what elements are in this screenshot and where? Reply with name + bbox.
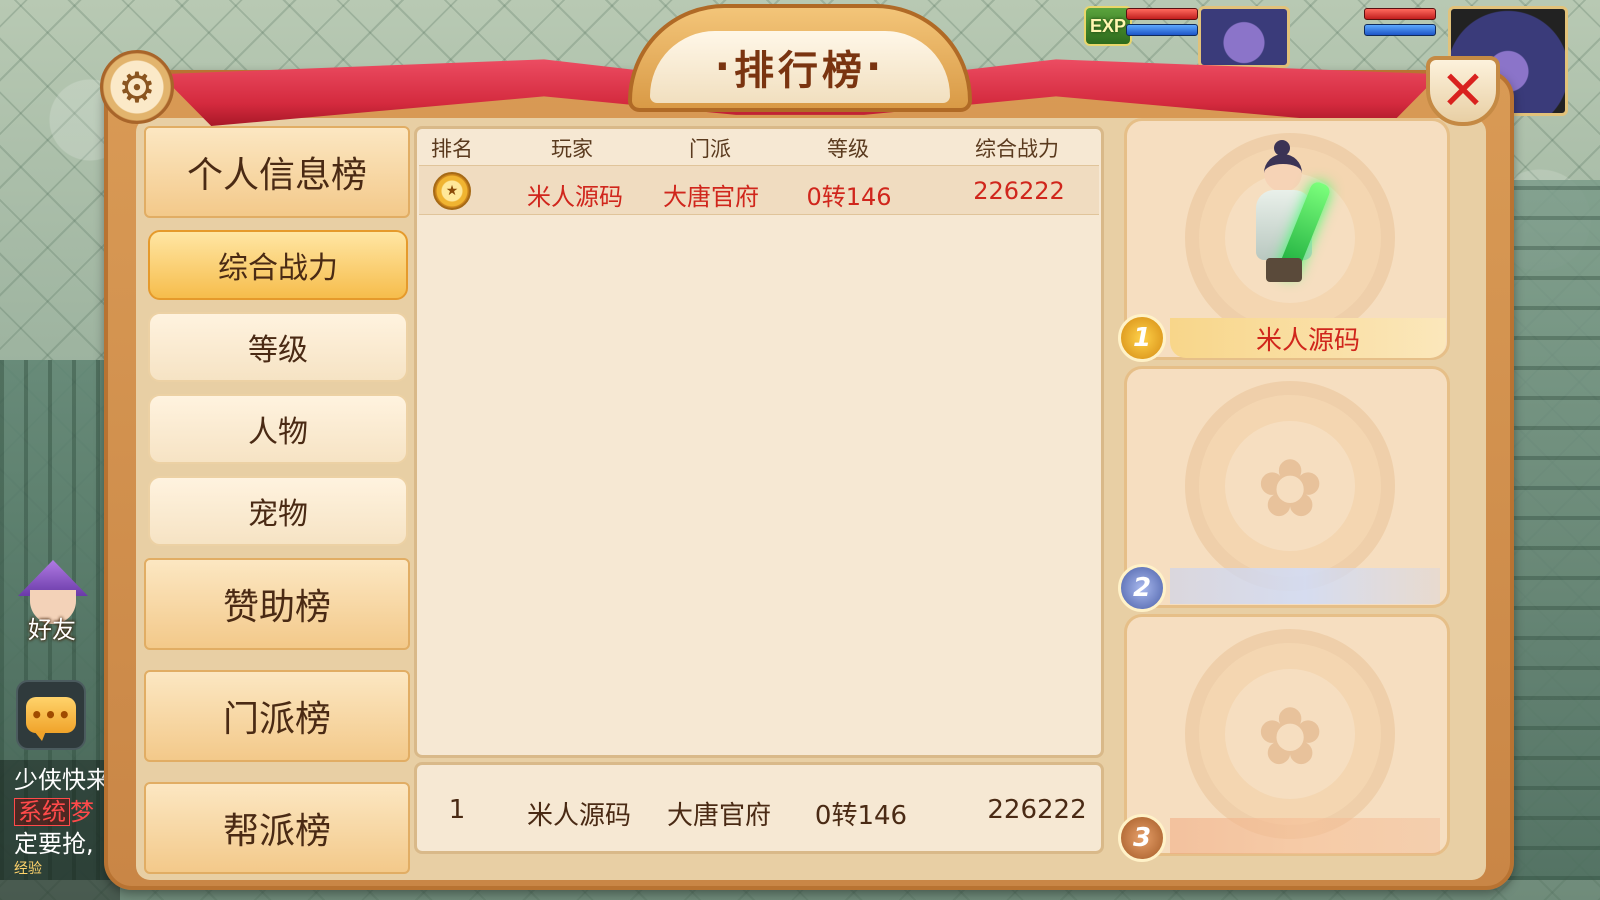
row-power: 226222 <box>973 177 1065 205</box>
my-ranking-row: 1 米人源码 大唐官府 0转146 226222 <box>414 762 1104 854</box>
col-sect: 门派 <box>689 137 731 161</box>
menu-item-character[interactable]: 人物 <box>148 394 408 464</box>
menu-item-level[interactable]: 等级 <box>148 312 408 382</box>
pet-mp-bar <box>1126 24 1198 36</box>
col-level: 等级 <box>827 137 869 161</box>
title-plaque: · 排行榜 · <box>628 4 972 112</box>
col-player: 玩家 <box>551 137 593 161</box>
settings-button[interactable]: ⚙ <box>100 50 174 124</box>
rank-1-number: 1 <box>1132 323 1152 353</box>
rank-1-badge-icon: 1 <box>1118 314 1166 362</box>
row-sect: 大唐官府 <box>663 183 759 211</box>
table-header: 排名 玩家 门派 等级 综合战力 <box>417 129 1101 163</box>
player-mp-bar <box>1364 24 1436 36</box>
avatar-head <box>1264 154 1302 192</box>
my-player: 米人源码 <box>526 801 631 831</box>
avatar-legs <box>1266 258 1302 282</box>
col-rank: 排名 <box>431 137 473 161</box>
page-title: · 排行榜 · <box>650 31 950 103</box>
title-dot-left: · <box>714 44 734 90</box>
close-icon: ✕ <box>1440 59 1486 122</box>
rank-3-badge-icon: 3 <box>1118 814 1166 862</box>
table-row[interactable]: ★ 米人源码 大唐官府 0转146 226222 <box>419 165 1099 215</box>
chat-log: 少侠快来 系统梦 定要抢, 经验 <box>0 760 120 900</box>
chat-button[interactable]: ••• <box>16 680 86 750</box>
gear-icon: ⚙ <box>118 62 156 112</box>
ranking-table: 排名 玩家 门派 等级 综合战力 ★ 米人源码 大唐官府 0转146 22622… <box>414 126 1104 758</box>
top2-name-bar <box>1170 568 1440 604</box>
chat-line: 少侠快来 <box>14 766 110 794</box>
page-title-text: 排行榜 <box>734 48 866 94</box>
friends-label: 好友 <box>28 616 76 644</box>
ranking-category-menu: 个人信息榜 综合战力 等级 人物 宠物 赞助榜 门派榜 帮派榜 <box>144 126 410 874</box>
menu-personal-info[interactable]: 个人信息榜 <box>144 126 410 218</box>
my-sect: 大唐官府 <box>666 801 771 831</box>
gold-medal-icon: ★ <box>433 172 471 210</box>
rank-2-badge-icon: 2 <box>1118 564 1166 612</box>
menu-sponsor-ranking[interactable]: 赞助榜 <box>144 558 410 650</box>
col-power: 综合战力 <box>975 137 1059 161</box>
top1-name-bar: 米人源码 <box>1170 318 1446 358</box>
chat-line-text: 梦 <box>70 798 94 826</box>
title-dot-right: · <box>866 44 886 90</box>
friends-button[interactable]: 好友 <box>8 560 100 644</box>
chat-line: 系统梦 <box>14 796 106 828</box>
player-status-bars <box>1364 8 1436 36</box>
top3-name-bar <box>1170 818 1440 854</box>
close-button[interactable]: ✕ <box>1426 56 1500 126</box>
menu-item-power[interactable]: 综合战力 <box>148 230 408 300</box>
menu-item-pet[interactable]: 宠物 <box>148 476 408 546</box>
rank-2-number: 2 <box>1132 573 1152 603</box>
my-level: 0转146 <box>814 801 908 831</box>
chat-system-tag: 系统 <box>14 798 70 826</box>
exp-button[interactable]: EXP <box>1084 6 1132 46</box>
row-player: 米人源码 <box>527 183 623 211</box>
top1-character-avatar <box>1236 140 1336 290</box>
pet-hp-bar <box>1126 8 1198 20</box>
card-emblem-glyph: ✿ <box>1256 442 1324 535</box>
chat-icon: ••• <box>26 697 76 741</box>
row-level: 0转146 <box>806 183 892 211</box>
my-power: 226222 <box>987 795 1087 825</box>
rank-3-number: 3 <box>1132 823 1152 853</box>
player-hp-bar <box>1364 8 1436 20</box>
top1-name: 米人源码 <box>1255 325 1360 356</box>
chat-line: 定要抢, <box>14 830 94 858</box>
menu-sect-ranking[interactable]: 门派榜 <box>144 670 410 762</box>
exp-row-label: 经验 <box>14 861 42 877</box>
menu-guild-ranking[interactable]: 帮派榜 <box>144 782 410 874</box>
pet-portrait[interactable] <box>1198 6 1290 68</box>
pet-status-bars <box>1126 8 1198 36</box>
my-rank: 1 <box>448 795 466 825</box>
card-emblem-glyph: ✿ <box>1256 690 1324 783</box>
